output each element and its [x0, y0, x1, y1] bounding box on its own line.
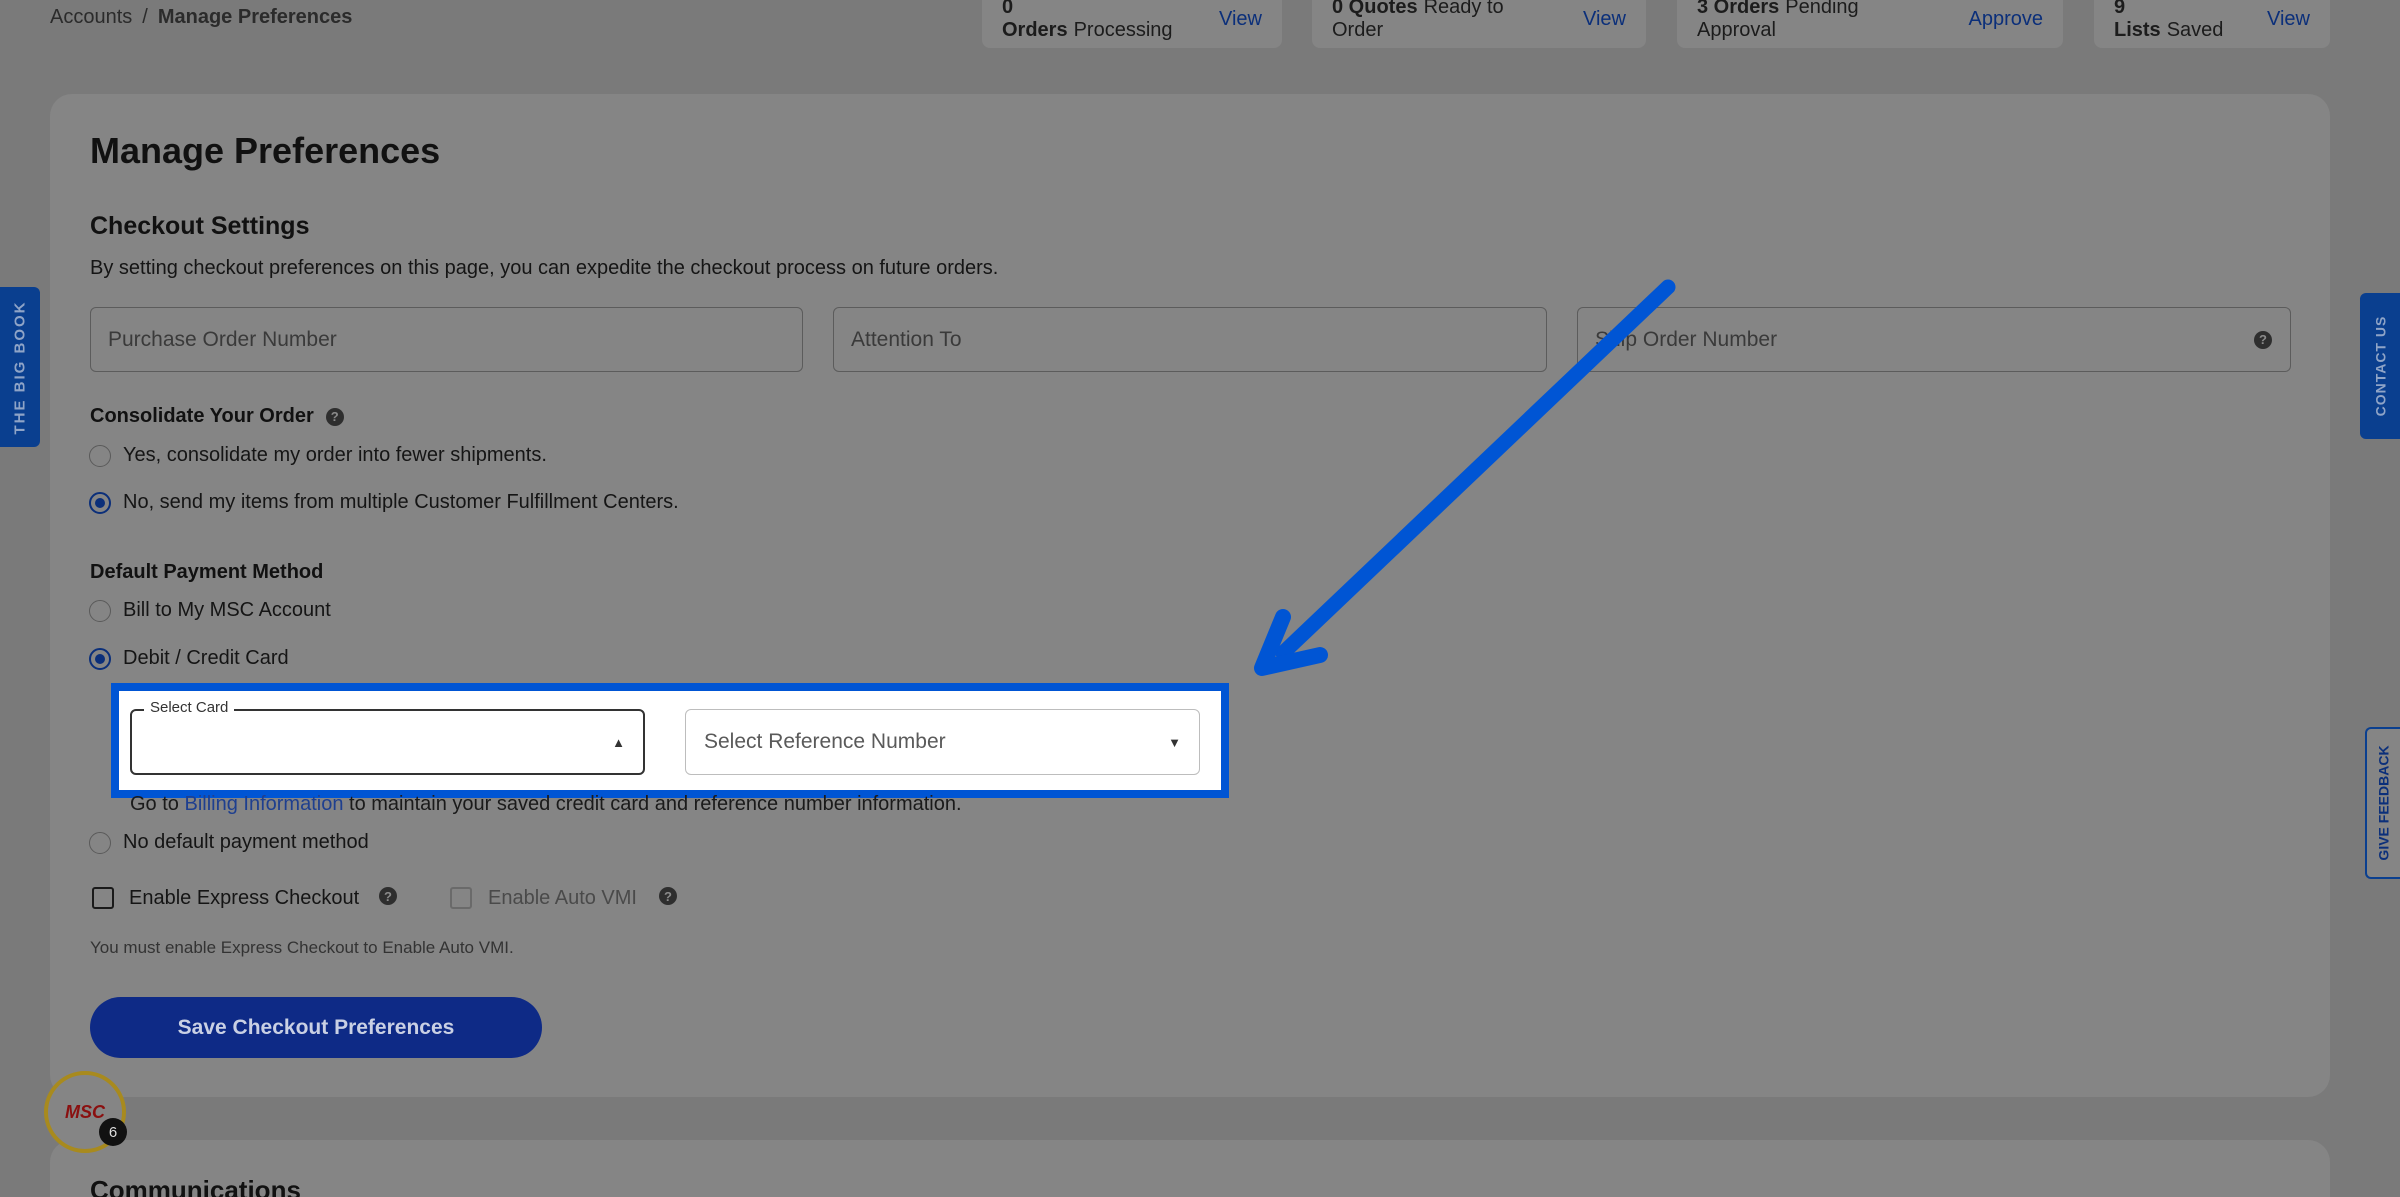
annotation-arrow-icon	[1254, 279, 1676, 676]
arrow-shaft	[1275, 279, 1676, 661]
